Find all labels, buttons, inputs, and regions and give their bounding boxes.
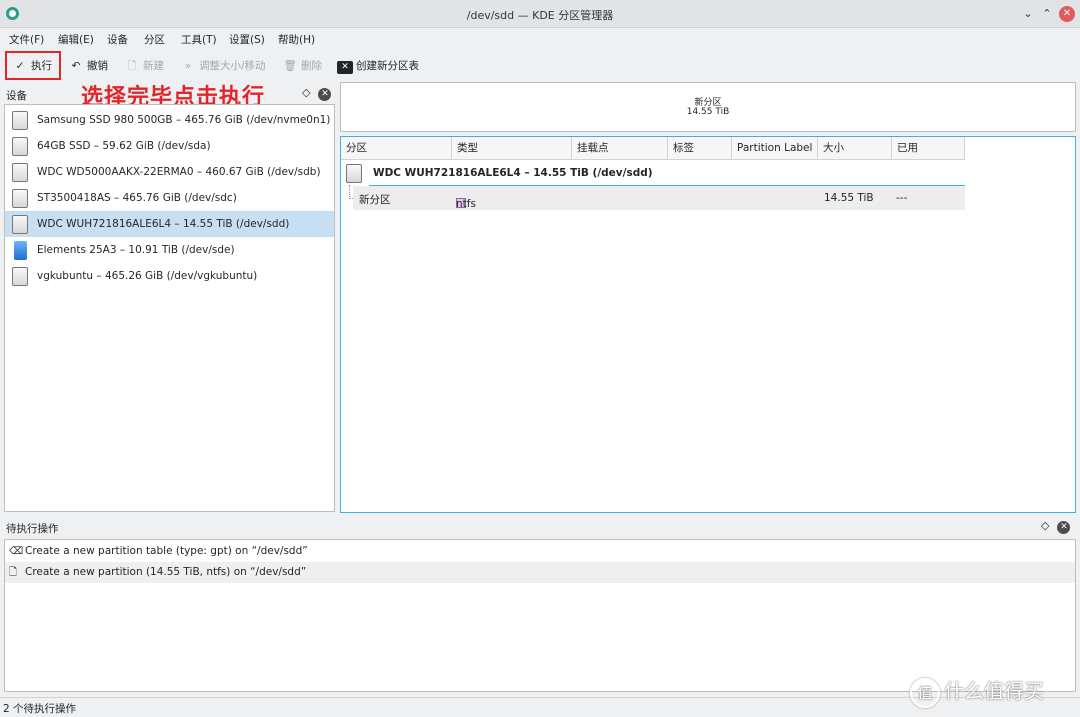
table-row[interactable]: 新分区 ntfs 14.55 TiB --- [353,186,965,210]
new-label: 新建 [143,60,164,72]
clear-icon: ✕ [337,61,353,74]
device-list: Samsung SSD 980 500GB – 465.76 GiB (/dev… [4,104,335,512]
device-label: Elements 25A3 – 10.91 TiB (/dev/sde) [37,244,235,256]
menu-bar: 文件(F) 编辑(E) 设备 分区 工具(T) 设置(S) 帮助(H) [0,28,1080,50]
operation-label: Create a new partition table (type: gpt)… [25,545,308,557]
drive-icon [12,137,28,156]
toolbar: ✓ 执行 ↶ 撤销 🗋 新建 » 调整大小/移动 🗑 删除 ✕ 创建新分区表 [0,51,1080,81]
new-button[interactable]: 🗋 新建 [124,57,164,75]
maximize-icon[interactable]: ⌃ [1039,6,1055,22]
undo-button[interactable]: ↶ 撤销 [68,57,108,75]
disk-title: WDC WUH721816ALE6L4 – 14.55 TiB (/dev/sd… [373,167,653,179]
device-label: WDC WUH721816ALE6L4 – 14.55 TiB (/dev/sd… [37,218,290,230]
float-icon[interactable]: ◇ [1041,519,1049,532]
menu-partition[interactable]: 分区 [144,32,165,47]
list-item[interactable]: 🗋 Create a new partition (14.55 TiB, ntfs… [5,562,1075,583]
title-bar: /dev/sdd — KDE 分区管理器 ⌄ ⌃ ✕ [0,0,1080,28]
column-header-partition-label[interactable]: Partition Label [732,137,818,160]
delete-label: 删除 [301,60,322,72]
delete-button[interactable]: 🗑 删除 [282,57,322,75]
column-header-mountpoint[interactable]: 挂载点 [572,137,668,160]
menu-edit[interactable]: 编辑(E) [58,32,94,47]
drive-icon [12,267,28,286]
cell-used: --- [896,192,908,204]
devices-dock-buttons: ◇ ✕ [302,86,332,101]
float-icon[interactable]: ◇ [302,86,310,99]
drive-icon [12,215,28,234]
drive-icon [12,189,28,208]
resize-label: 调整大小/移动 [199,60,266,72]
device-item-nvme0n1[interactable]: Samsung SSD 980 500GB – 465.76 GiB (/dev… [5,107,334,133]
status-text: 2 个待执行操作 [3,703,77,715]
column-header-used[interactable]: 已用 [892,137,965,160]
pending-operations-list: ⌫ Create a new partition table (type: gpt… [4,539,1076,692]
drive-icon [346,164,362,183]
resize-move-button[interactable]: » 调整大小/移动 [180,57,266,75]
device-label: Samsung SSD 980 500GB – 465.76 GiB (/dev… [37,114,331,126]
highlight-box [5,51,61,80]
minimize-icon[interactable]: ⌄ [1020,6,1036,22]
new-partition-table-button[interactable]: ✕ 创建新分区表 [337,57,419,75]
devices-panel-title: 设备 [6,90,27,102]
device-item-vgkubuntu[interactable]: vgkubuntu – 465.26 GiB (/dev/vgkubuntu) [5,263,334,289]
new-document-icon: 🗋 [127,60,137,72]
column-header-label[interactable]: 标签 [668,137,732,160]
device-item-sdb[interactable]: WDC WD5000AAKX-22ERMA0 – 460.67 GiB (/de… [5,159,334,185]
menu-settings[interactable]: 设置(S) [229,32,265,47]
close-panel-icon[interactable]: ✕ [318,88,332,101]
undo-icon: ↶ [71,60,81,72]
list-item[interactable]: ⌫ Create a new partition table (type: gpt… [5,541,1075,562]
new-document-icon: 🗋 [9,567,18,578]
column-header-partition[interactable]: 分区 [341,137,452,160]
device-label: vgkubuntu – 465.26 GiB (/dev/vgkubuntu) [37,270,258,282]
pending-panel-title: 待执行操作 [6,523,59,535]
window-title: /dev/sdd — KDE 分区管理器 [466,9,614,22]
column-header-type[interactable]: 类型 [452,137,572,160]
device-label: 64GB SSD – 59.62 GiB (/dev/sda) [37,140,211,152]
watermark: 值什么值得买 [910,675,1080,708]
partition-table: 分区 类型 挂载点 标签 Partition Label 大小 已用 WDC W… [340,136,1076,513]
watermark-text: 什么值得买 [944,679,1044,703]
device-item-sdd[interactable]: WDC WUH721816ALE6L4 – 14.55 TiB (/dev/sd… [5,211,334,237]
operation-label: Create a new partition (14.55 TiB, ntfs)… [25,566,307,578]
menu-help[interactable]: 帮助(H) [278,32,315,47]
device-item-sda[interactable]: 64GB SSD – 59.62 GiB (/dev/sda) [5,133,334,159]
column-header-size[interactable]: 大小 [818,137,892,160]
close-window-button[interactable]: ✕ [1059,6,1075,22]
undo-label: 撤销 [87,60,108,72]
cell-partition: 新分区 [359,194,391,206]
watermark-logo: 值 [910,677,940,708]
trash-icon: 🗑 [283,60,297,72]
clear-icon: ⌫ [9,546,24,557]
menu-tools[interactable]: 工具(T) [181,32,217,47]
close-panel-icon[interactable]: ✕ [1057,521,1071,534]
cell-size: 14.55 TiB [824,192,874,204]
usb-drive-icon [14,241,27,260]
menu-file[interactable]: 文件(F) [9,32,44,47]
menu-device[interactable]: 设备 [107,32,128,47]
device-label: WDC WD5000AAKX-22ERMA0 – 460.67 GiB (/de… [37,166,321,178]
partition-graph[interactable]: 新分区 14.55 TiB [340,82,1076,132]
new-table-label: 创建新分区表 [356,60,419,72]
graph-partition-size: 14.55 TiB [686,107,730,117]
cell-type-text: ntfs [456,198,476,210]
device-item-sde[interactable]: Elements 25A3 – 10.91 TiB (/dev/sde) [5,237,334,263]
device-label: ST3500418AS – 465.76 GiB (/dev/sdc) [37,192,237,204]
device-item-sdc[interactable]: ST3500418AS – 465.76 GiB (/dev/sdc) [5,185,334,211]
drive-icon [12,163,28,182]
drive-icon [12,111,28,130]
pending-dock-buttons: ◇ ✕ [1041,519,1071,534]
double-chevron-icon: » [184,60,192,72]
